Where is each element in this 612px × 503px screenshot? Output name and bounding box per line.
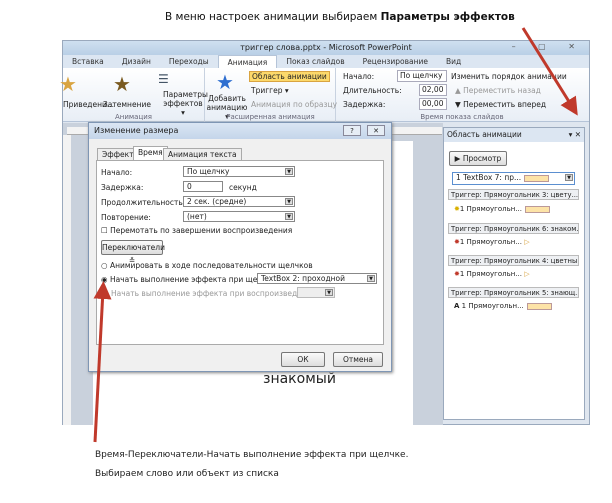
footer-line-2: Выбираем слово или объект из списка xyxy=(95,469,279,479)
arrow-to-effect-options xyxy=(521,27,578,116)
footer-line-1: Время-Переключатели-Начать выполнение эф… xyxy=(95,450,409,460)
arrow-to-trigger-radio xyxy=(93,281,112,443)
annotation-arrows xyxy=(93,27,578,443)
